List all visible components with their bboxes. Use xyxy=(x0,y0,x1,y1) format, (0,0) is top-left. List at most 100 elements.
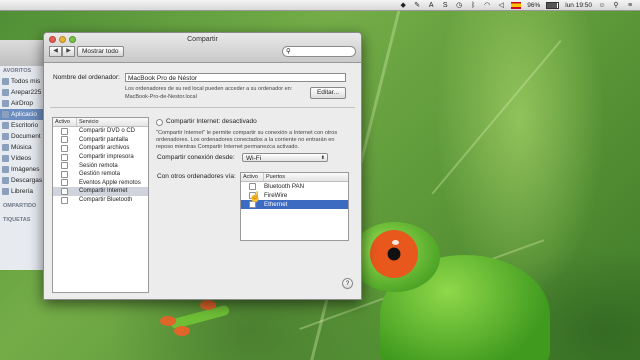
bluetooth-icon[interactable]: ᛒ xyxy=(469,2,477,9)
column-header-service[interactable]: Servicio xyxy=(77,118,99,126)
volume-icon[interactable]: ◁ xyxy=(497,2,505,9)
service-checkbox[interactable] xyxy=(61,170,68,178)
search-input[interactable]: ⚲ xyxy=(282,46,356,57)
forward-arrow-icon[interactable]: ▶ xyxy=(62,46,75,57)
menu-clock[interactable]: lun 19:50 xyxy=(565,2,592,9)
finder-sidebar-label: AirDrop xyxy=(11,100,34,107)
edit-button[interactable]: Editar... xyxy=(310,87,346,99)
battery-icon[interactable] xyxy=(546,1,560,9)
folder-icon xyxy=(2,78,9,85)
pictures-icon xyxy=(2,166,9,173)
finder-sidebar-item[interactable]: Librería xyxy=(0,186,48,197)
service-row[interactable]: Compartir DVD o CD xyxy=(53,127,148,136)
share-from-label: Compartir conexión desde: xyxy=(157,154,235,161)
port-label: Bluetooth PAN xyxy=(264,183,305,190)
port-label: FireWire xyxy=(264,192,288,199)
adobe-icon[interactable]: A xyxy=(427,2,435,9)
finder-window-sidebar: AVORITOS Todos mis Arepar225 AirDrop Aplica… xyxy=(0,40,49,270)
finder-sidebar-label: Descargas xyxy=(11,177,43,184)
service-checkbox[interactable] xyxy=(61,127,68,135)
status-indicator-icon xyxy=(156,119,163,126)
port-checkbox[interactable] xyxy=(249,183,256,190)
service-row[interactable]: Compartir impresora xyxy=(53,153,148,162)
service-row[interactable]: Sesión remota xyxy=(53,161,148,170)
notifications-icon[interactable]: ≡ xyxy=(626,2,634,9)
finder-sidebar-item[interactable]: Vídeos xyxy=(0,153,48,164)
port-label: Ethernet xyxy=(264,201,288,208)
computer-name-label: Nombre del ordenador: xyxy=(53,74,120,81)
finder-sidebar-item[interactable]: Todos mis xyxy=(0,76,48,87)
finder-section-shared: OMPARTIDO xyxy=(3,203,37,209)
folder-icon xyxy=(2,89,9,96)
service-checkbox[interactable] xyxy=(61,187,68,195)
music-icon xyxy=(2,144,9,151)
service-row[interactable]: Eventos Apple remotos xyxy=(53,179,148,188)
service-checkbox[interactable] xyxy=(61,153,68,161)
timemachine-icon[interactable]: ◷ xyxy=(455,2,463,9)
spain-flag-icon[interactable] xyxy=(511,1,522,9)
local-info-line1: Los ordenadores de su red local pueden a… xyxy=(125,86,293,92)
show-all-button[interactable]: Mostrar todo xyxy=(77,46,124,57)
port-row[interactable]: Bluetooth PAN xyxy=(241,182,348,191)
service-label: Compartir impresora xyxy=(79,154,134,161)
finder-sidebar-item[interactable]: Aplicacio xyxy=(0,109,48,120)
service-label: Gestión remota xyxy=(79,171,121,178)
sharing-preferences-window: Compartir ◀ ▶ Mostrar todo ⚲ Nombre del … xyxy=(43,32,362,300)
finder-section-tags: TIQUETAS xyxy=(3,217,31,223)
finder-sidebar-item[interactable]: AirDrop xyxy=(0,98,48,109)
evernote-icon[interactable]: ✎ xyxy=(413,2,421,9)
service-row[interactable]: Compartir pantalla xyxy=(53,136,148,145)
description-line3: reposo mientras Compartir Internet perma… xyxy=(156,144,300,150)
column-header-active[interactable]: Activo xyxy=(53,118,77,126)
column-header-ports[interactable]: Puertos xyxy=(264,173,285,181)
library-icon xyxy=(2,188,9,195)
help-button[interactable]: ? xyxy=(342,278,353,289)
computer-name-field[interactable]: MacBook Pro de Néstor xyxy=(125,73,346,82)
services-table-header: Activo Servicio xyxy=(53,118,148,127)
popup-arrows-icon: ⬍ xyxy=(320,155,325,161)
service-checkbox[interactable] xyxy=(61,179,68,187)
service-checkbox[interactable] xyxy=(61,162,68,170)
service-checkbox[interactable] xyxy=(61,196,68,204)
skype-icon[interactable]: S xyxy=(441,2,449,9)
nav-buttons: ◀ ▶ xyxy=(49,46,75,57)
sharing-status: Compartir Internet: desactivado xyxy=(166,118,257,125)
finder-sidebar-item[interactable]: Música xyxy=(0,142,48,153)
finder-sidebar-item[interactable]: Imágenes xyxy=(0,164,48,175)
finder-sidebar-label: Librería xyxy=(11,188,34,195)
service-checkbox[interactable] xyxy=(61,144,68,152)
description-line2: ordenadores. Los ordenadores conectados … xyxy=(156,137,335,143)
finder-sidebar-label: Escritorio xyxy=(11,122,39,129)
service-row[interactable]: Compartir Bluetooth xyxy=(53,196,148,205)
menu-bar: ◆ ✎ A S ◷ ᛒ ◠ ◁ 96% lun 19:50 ☺ ⚲ ≡ xyxy=(0,0,640,11)
spotlight-icon[interactable]: ⚲ xyxy=(612,2,620,9)
finder-sidebar-label: Música xyxy=(11,144,32,151)
service-row[interactable]: Gestión remota xyxy=(53,170,148,179)
search-icon: ⚲ xyxy=(286,48,291,55)
user-icon[interactable]: ☺ xyxy=(598,2,606,9)
service-checkbox[interactable] xyxy=(61,136,68,144)
wifi-icon[interactable]: ◠ xyxy=(483,2,491,9)
service-label: Compartir Bluetooth xyxy=(79,197,133,204)
finder-sidebar-item[interactable]: Document xyxy=(0,131,48,142)
service-row[interactable]: Compartir Internet xyxy=(53,187,148,196)
finder-sidebar-item[interactable]: Descargas xyxy=(0,175,48,186)
share-from-popup[interactable]: Wi-Fi ⬍ xyxy=(242,153,328,162)
finder-sidebar-label: Aplicacio xyxy=(11,111,38,118)
frog-eye-highlight xyxy=(392,240,399,245)
column-header-active[interactable]: Activo xyxy=(241,173,264,181)
dropbox-icon[interactable]: ◆ xyxy=(399,2,407,9)
finder-sidebar-item[interactable]: Arepar225 xyxy=(0,87,48,98)
finder-sidebar-label: Document xyxy=(11,133,41,140)
service-row[interactable]: Compartir archivos xyxy=(53,144,148,153)
ports-table-header: Activo Puertos xyxy=(241,173,348,182)
finder-section-favorites: AVORITOS xyxy=(3,68,32,74)
mouse-pointer-icon: ☝ xyxy=(249,192,262,203)
description-line1: "Compartir Internet" le permite comparti… xyxy=(156,130,338,136)
battery-percentage[interactable]: 96% xyxy=(527,2,540,9)
downloads-icon xyxy=(2,177,9,184)
window-title: Compartir xyxy=(187,36,218,43)
back-arrow-icon[interactable]: ◀ xyxy=(49,46,62,57)
finder-sidebar-list: Todos mis Arepar225 AirDrop Aplicacio Escrit… xyxy=(0,76,48,197)
finder-sidebar-item[interactable]: Escritorio xyxy=(0,120,48,131)
